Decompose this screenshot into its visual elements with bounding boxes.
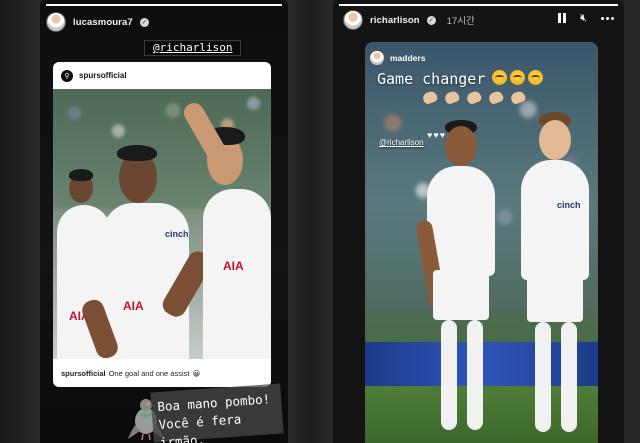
grinning-face-emoji-row <box>492 70 543 85</box>
player-richarlison <box>415 120 503 443</box>
caption-text: One goal and one assist <box>108 368 190 378</box>
post-header: ⚲ spursofficial <box>53 62 271 89</box>
post-account[interactable]: madders <box>390 53 425 63</box>
story-header: lucasmoura7 ✓ <box>46 12 149 32</box>
post-photo: AIA cinch AIA AIA <box>53 89 271 359</box>
story-username[interactable]: richarlison <box>370 15 420 26</box>
mention-sticker[interactable]: @richarlison <box>144 40 242 56</box>
left-gutter <box>0 0 40 443</box>
reshared-post-card[interactable]: ⚲ spursofficial AIA cinch AIA AIA spurso… <box>53 62 271 387</box>
story-progress-bar <box>46 4 282 6</box>
caption-account[interactable]: spursofficial <box>61 369 106 378</box>
post-photo: cinch madders Game changer ♥♥♥ @richarli… <box>365 42 598 443</box>
story-controls: 🔇︎ <box>558 12 614 24</box>
middle-gutter <box>288 0 333 443</box>
post-headline: Game changer <box>377 70 486 88</box>
text-sticker: Boa mano pombo! Você é fera irmão. <box>150 383 284 443</box>
post-account[interactable]: spursofficial <box>79 71 127 80</box>
clap-icon <box>465 89 483 106</box>
avatar[interactable] <box>343 10 363 30</box>
clap-emoji-row <box>421 89 527 106</box>
verified-badge-icon: ✓ <box>426 15 436 25</box>
mute-icon[interactable]: 🔇︎ <box>580 12 587 24</box>
player-richarlison: cinch AIA <box>79 139 215 359</box>
spurs-crest-icon: ⚲ <box>61 69 73 82</box>
player-maddison: cinch <box>515 112 595 443</box>
pause-icon[interactable] <box>558 13 567 23</box>
more-icon[interactable] <box>601 16 614 20</box>
clap-icon <box>509 89 527 106</box>
player-son: AIA <box>180 99 271 359</box>
post-caption: spursofficial One goal and one assist 😀 <box>53 359 271 387</box>
story-progress-bar <box>339 4 618 6</box>
clap-icon <box>421 89 439 106</box>
caption-emoji: 😀 <box>192 368 201 378</box>
grinning-face-icon <box>510 70 525 85</box>
hearts-emoji: ♥♥♥ <box>427 130 447 140</box>
mention-sticker[interactable]: @richarlison <box>379 138 424 147</box>
story-timestamp: 17시간 <box>446 16 475 27</box>
story-lucasmoura7[interactable]: lucasmoura7 ✓ @richarlison ⚲ spursoffici… <box>40 0 288 443</box>
post-account-header: madders <box>369 50 425 66</box>
story-header: richarlison ✓ 17시간 <box>343 10 475 30</box>
verified-badge-icon: ✓ <box>139 17 149 27</box>
clap-icon <box>487 89 505 106</box>
grinning-face-icon <box>528 70 543 85</box>
grinning-face-icon <box>492 70 507 85</box>
clap-icon <box>443 89 461 106</box>
avatar[interactable] <box>46 12 66 32</box>
story-richarlison[interactable]: richarlison ✓ 17시간 🔇︎ cinch madders Game… <box>333 0 624 443</box>
avatar[interactable] <box>369 50 385 66</box>
story-username[interactable]: lucasmoura7 <box>73 17 133 28</box>
right-gutter <box>624 0 640 443</box>
